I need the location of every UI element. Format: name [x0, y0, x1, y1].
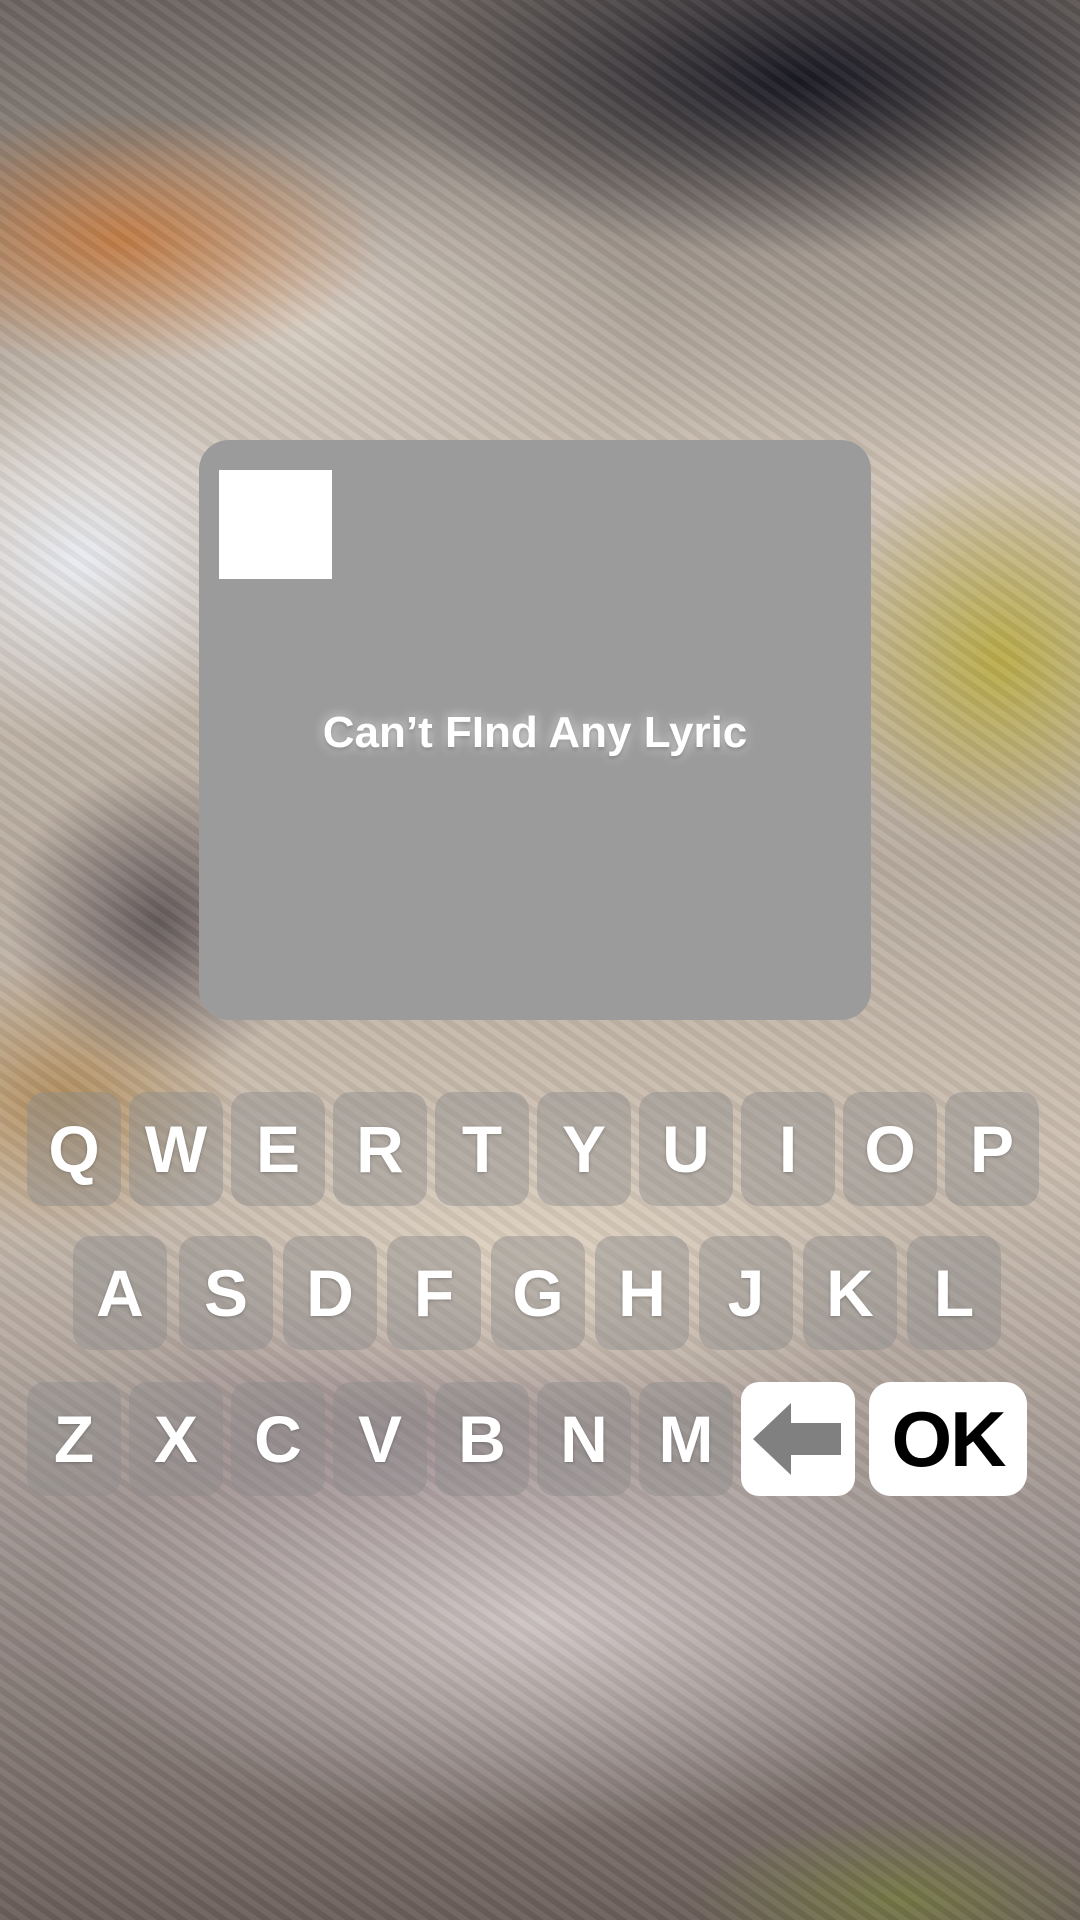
key-s[interactable]: S: [179, 1236, 273, 1350]
key-p[interactable]: P: [945, 1092, 1039, 1206]
key-f[interactable]: F: [387, 1236, 481, 1350]
backspace-arrow-icon: [753, 1403, 841, 1475]
key-w[interactable]: W: [129, 1092, 223, 1206]
key-v[interactable]: V: [333, 1382, 427, 1496]
lyric-panel: Can’t FInd Any Lyric: [199, 440, 871, 1020]
lyric-message: Can’t FInd Any Lyric: [322, 708, 748, 757]
key-z[interactable]: Z: [27, 1382, 121, 1496]
key-t[interactable]: T: [435, 1092, 529, 1206]
key-n[interactable]: N: [537, 1382, 631, 1496]
key-y[interactable]: Y: [537, 1092, 631, 1206]
key-u[interactable]: U: [639, 1092, 733, 1206]
key-d[interactable]: D: [283, 1236, 377, 1350]
key-m[interactable]: M: [639, 1382, 733, 1496]
key-a[interactable]: A: [73, 1236, 167, 1350]
backspace-button[interactable]: [741, 1382, 855, 1496]
key-b[interactable]: B: [435, 1382, 529, 1496]
key-l[interactable]: L: [907, 1236, 1001, 1350]
key-k[interactable]: K: [803, 1236, 897, 1350]
album-art-thumbnail: [219, 470, 332, 579]
key-h[interactable]: H: [595, 1236, 689, 1350]
key-o[interactable]: O: [843, 1092, 937, 1206]
key-q[interactable]: Q: [27, 1092, 121, 1206]
key-g[interactable]: G: [491, 1236, 585, 1350]
ok-button[interactable]: OK: [869, 1382, 1027, 1496]
key-j[interactable]: J: [699, 1236, 793, 1350]
key-e[interactable]: E: [231, 1092, 325, 1206]
key-i[interactable]: I: [741, 1092, 835, 1206]
key-r[interactable]: R: [333, 1092, 427, 1206]
key-c[interactable]: C: [231, 1382, 325, 1496]
key-x[interactable]: X: [129, 1382, 223, 1496]
